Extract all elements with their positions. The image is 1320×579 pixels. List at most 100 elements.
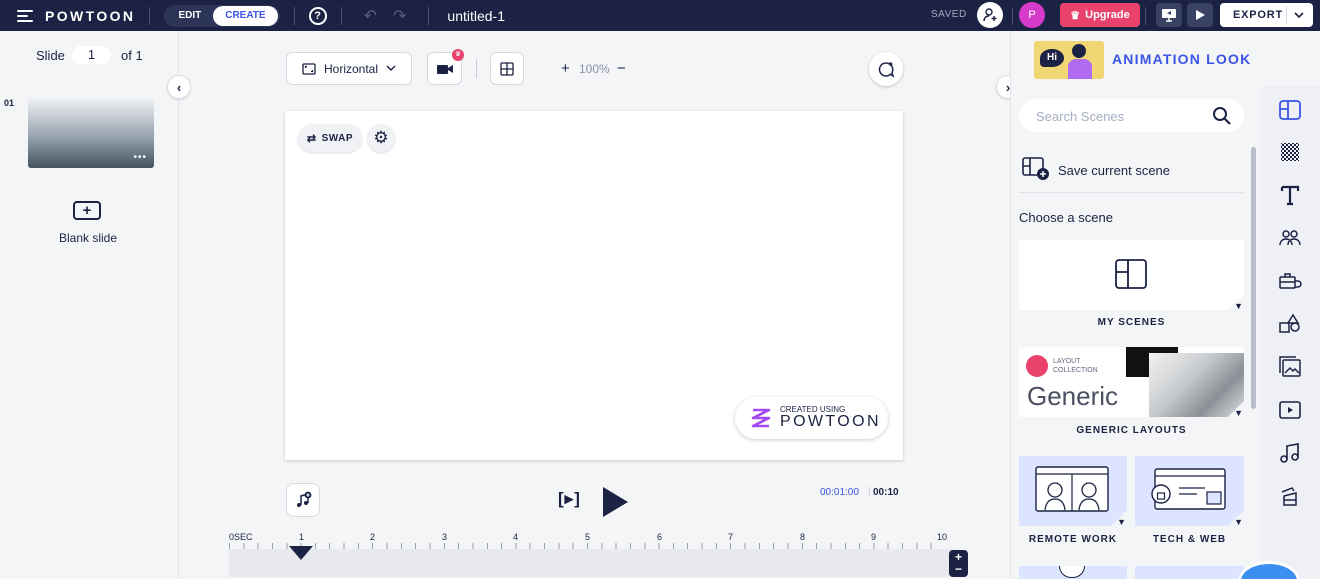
export-label: EXPORT: [1233, 9, 1284, 21]
zoom-in-button[interactable]: +: [561, 60, 570, 77]
grid-button[interactable]: [490, 52, 524, 85]
scenes-tab-icon[interactable]: [1278, 98, 1302, 122]
user-avatar[interactable]: P: [1019, 2, 1045, 28]
play-scene-button[interactable]: [▸]: [558, 489, 581, 509]
add-collaborator-button[interactable]: [977, 2, 1003, 28]
current-time: 00:01:00: [820, 487, 859, 498]
comment-button[interactable]: [869, 52, 903, 86]
animation-look-title[interactable]: ANIMATION LOOK: [1112, 51, 1251, 67]
scene-card-partial[interactable]: [1019, 566, 1127, 579]
play-icon: [1196, 10, 1205, 20]
card-dropdown-icon[interactable]: ▼: [1234, 517, 1243, 527]
props-tab-icon[interactable]: [1278, 269, 1302, 293]
time-separator: |: [868, 486, 871, 497]
icon-bar-header: [1260, 31, 1320, 86]
scene-card-partial[interactable]: [1135, 566, 1244, 579]
swap-button[interactable]: ⇄ SWAP: [298, 124, 362, 152]
save-scene-label[interactable]: Save current scene: [1058, 163, 1170, 178]
settings-gear-icon[interactable]: ⚙: [367, 124, 395, 152]
scene-label: GENERIC LAYOUTS: [1076, 425, 1187, 436]
slide-menu-icon[interactable]: •••: [133, 152, 147, 163]
library-icon-bar: [1260, 86, 1320, 579]
search-input[interactable]: Search Scenes: [1036, 109, 1124, 124]
add-comment-icon: [878, 61, 895, 78]
scene-label: MY SCENES: [1097, 317, 1166, 328]
slide-thumbnail[interactable]: •••: [28, 96, 154, 168]
menu-icon[interactable]: [17, 9, 33, 22]
zoom-level: 100%: [579, 62, 610, 76]
slide-canvas[interactable]: ⇄ SWAP ⚙ CREATED USING POWTOON: [285, 111, 903, 460]
orientation-dropdown[interactable]: Horizontal: [286, 52, 412, 85]
characters-tab-icon[interactable]: [1278, 226, 1302, 250]
divider: [340, 6, 342, 25]
upgrade-button[interactable]: ♛ Upgrade: [1060, 3, 1140, 27]
card-dropdown-icon[interactable]: ▼: [1234, 408, 1243, 417]
divider: [428, 6, 430, 25]
layout-icon: [1115, 259, 1147, 289]
backgrounds-tab-icon[interactable]: [1278, 140, 1302, 164]
create-mode-button[interactable]: CREATE: [213, 5, 278, 26]
music-tab-icon[interactable]: [1278, 441, 1302, 465]
help-icon[interactable]: ?: [308, 6, 327, 25]
scene-label: REMOTE WORK: [1028, 534, 1118, 545]
zoom-out-button[interactable]: −: [617, 60, 626, 77]
speech-bubble-icon: Hi: [1040, 49, 1064, 67]
chevron-down-icon[interactable]: [1294, 11, 1304, 19]
divider: [1286, 6, 1287, 24]
scene-search[interactable]: Search Scenes: [1019, 99, 1244, 132]
animation-look-thumbnail[interactable]: Hi: [1034, 41, 1104, 79]
premium-crown-icon: ♛: [452, 49, 464, 61]
shapes-tab-icon[interactable]: [1278, 312, 1302, 336]
effects-tab-icon[interactable]: [1278, 484, 1302, 508]
my-scenes-card[interactable]: ▼: [1019, 240, 1244, 311]
remote-work-card[interactable]: ▼: [1019, 456, 1127, 527]
generic-layouts-card[interactable]: LAYOUT COLLECTION Generic ▼: [1019, 347, 1244, 417]
play-icon[interactable]: [601, 486, 629, 518]
timeline-zoom-control[interactable]: + −: [949, 550, 968, 577]
divider: [1019, 192, 1244, 193]
slide-thumb-number: 01: [4, 98, 15, 108]
card-dropdown-icon[interactable]: ▼: [1117, 517, 1126, 527]
tech-web-card[interactable]: ▼: [1135, 456, 1244, 527]
library-scrollbar[interactable]: [1251, 147, 1256, 409]
generic-title: Generic: [1027, 381, 1119, 411]
browser-code-icon: [1151, 468, 1226, 510]
document-title[interactable]: untitled-1: [447, 8, 505, 24]
search-icon[interactable]: [1212, 106, 1232, 126]
crown-icon: ♛: [1070, 9, 1081, 22]
save-scene-icon[interactable]: [1022, 157, 1050, 181]
slides-panel: Slide 1 of 1 01 ••• + Blank slide: [0, 31, 179, 579]
card-dropdown-icon[interactable]: ▼: [1234, 301, 1243, 311]
timeline-label: 5: [585, 532, 591, 542]
layout-collection-text: LAYOUT COLLECTION: [1053, 358, 1098, 374]
preview-play-button[interactable]: [1187, 3, 1213, 27]
layout-collection-icon: [1026, 355, 1048, 377]
scene-label: TECH & WEB: [1152, 534, 1227, 545]
redo-icon[interactable]: ↷: [393, 6, 406, 26]
camera-button[interactable]: ♛: [427, 49, 464, 85]
scene-preview-partial: [1059, 566, 1085, 578]
powtoon-wordmark: POWTOON: [780, 413, 881, 430]
music-add-icon: [297, 491, 312, 507]
playhead-handle[interactable]: [288, 545, 314, 561]
timeline-label: 6: [657, 532, 663, 542]
undo-icon[interactable]: ↶: [364, 6, 377, 26]
orientation-label: Horizontal: [323, 61, 379, 76]
add-slide-icon[interactable]: +: [73, 201, 101, 220]
video-tab-icon[interactable]: [1278, 398, 1302, 422]
edit-mode-button[interactable]: EDIT: [166, 6, 213, 26]
images-tab-icon[interactable]: [1278, 355, 1302, 379]
present-button[interactable]: [1156, 3, 1182, 27]
text-tab-icon[interactable]: [1278, 183, 1302, 207]
powtoon-logo[interactable]: POWTOON: [45, 8, 135, 24]
add-music-button[interactable]: [286, 483, 320, 517]
export-button[interactable]: EXPORT: [1220, 3, 1313, 27]
slide-number-input[interactable]: 1: [72, 46, 111, 64]
timeline-label: 1: [299, 532, 305, 542]
mode-toggle[interactable]: EDIT CREATE: [164, 4, 280, 27]
timeline-track[interactable]: [229, 549, 955, 577]
collapse-slides-button[interactable]: ‹: [167, 75, 191, 99]
upgrade-label: Upgrade: [1085, 9, 1130, 21]
timeline-label: 10: [937, 532, 948, 542]
blank-slide-label[interactable]: Blank slide: [0, 231, 176, 245]
